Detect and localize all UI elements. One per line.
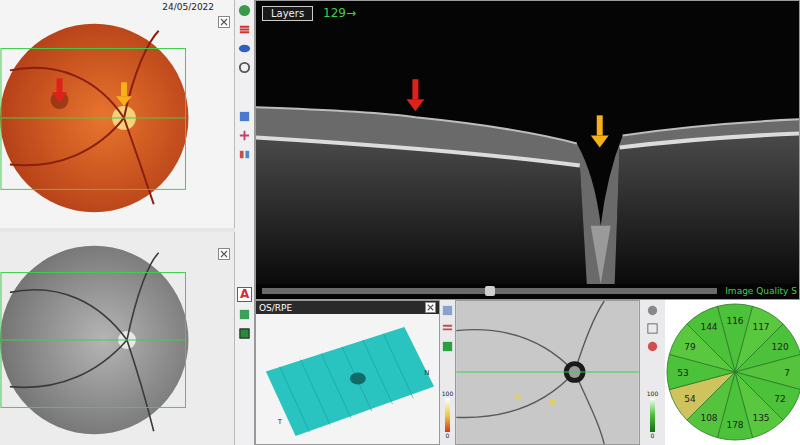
sector-value: 116 [726, 316, 743, 326]
color-scale: 100 0 [647, 391, 658, 439]
image-quality-label: Image Quality S [725, 286, 797, 296]
tool-strip: A [235, 0, 255, 445]
color-fundus-image [0, 0, 234, 228]
sector-value: 144 [700, 322, 717, 332]
surface-icon[interactable] [441, 304, 454, 317]
eye-icon[interactable] [238, 42, 251, 55]
oct-scan-image [256, 25, 799, 284]
scale-bar [445, 398, 450, 432]
expand-icon[interactable] [218, 248, 230, 260]
sector-value: 72 [774, 394, 785, 404]
grid-icon[interactable] [646, 322, 659, 335]
scale-max: 100 [647, 391, 658, 397]
svg-text:T: T [277, 418, 283, 426]
oct-header: Layers 129→ [256, 1, 799, 25]
expand-icon[interactable] [425, 302, 436, 313]
map-mode-icon[interactable] [646, 304, 659, 317]
red-free-fundus-image [0, 232, 234, 445]
color-scale: 100 0 [442, 391, 453, 439]
sector-value: 120 [771, 342, 788, 352]
grid-icon[interactable] [238, 110, 251, 123]
layers-icon[interactable] [238, 4, 251, 17]
sector-value: 108 [700, 413, 717, 423]
lines-icon[interactable] [238, 23, 251, 36]
scale-bar [650, 398, 655, 432]
surface-title: OS/RPE [259, 303, 292, 313]
surface-tools: 100 0 [440, 300, 455, 445]
color-fundus-panel[interactable]: 24/05/2022 [0, 0, 235, 228]
surface-panel: OS/RPETN [255, 300, 440, 445]
layers-button[interactable]: Layers [262, 6, 313, 21]
sector-value: 178 [726, 420, 743, 430]
sector-chart: 116 117120 7 72 135 178 108 54 53 79 144 [665, 300, 800, 445]
map-icon[interactable] [441, 340, 454, 353]
oct-viewer: 24/05/2022 A Layers 129→ Image Quality S OS/R… [0, 0, 800, 445]
sector-value: 54 [684, 394, 696, 404]
analysis-row: OS/RPETN10001000116117120772135178108545… [255, 300, 800, 445]
svg-text:N: N [424, 369, 429, 377]
fundus-column: 24/05/2022 [0, 0, 235, 445]
yellow-arrow-icon [116, 82, 132, 106]
scan-index: 129→ [323, 6, 356, 20]
scale-min: 0 [651, 433, 655, 439]
map-tools: 100 0 [640, 300, 665, 445]
right-column: Layers129→Image Quality SOS/RPETN1000100… [255, 0, 800, 445]
thickness-map-panel [455, 300, 640, 445]
expand-icon[interactable] [218, 16, 230, 28]
rpe-surface-3d: TN [256, 314, 439, 444]
scale-min: 0 [446, 433, 450, 439]
sector-value: 79 [684, 342, 696, 352]
layer-icon[interactable] [441, 322, 454, 335]
sector-value: 7 [784, 368, 790, 378]
sector-chart-panel: 116 117120 7 72 135 178 108 54 53 79 144 [665, 300, 800, 445]
sector-icon[interactable] [646, 340, 659, 353]
scan-slider[interactable] [262, 288, 717, 294]
oct-bscan-panel: Layers 129→ Image Quality S [255, 0, 800, 300]
compare-icon[interactable] [238, 148, 251, 161]
measure-icon[interactable] [238, 129, 251, 142]
sector-value: 117 [752, 322, 769, 332]
scale-max: 100 [442, 391, 453, 397]
target-icon[interactable] [238, 61, 251, 74]
scan-slider-thumb[interactable] [485, 286, 495, 296]
left-column: 24/05/2022 A [0, 0, 255, 445]
exam-date: 24/05/2022 [162, 2, 214, 12]
thickness-map-image [456, 301, 639, 444]
text-tool-button[interactable]: A [237, 287, 252, 302]
yellow-arrow-icon [591, 115, 609, 147]
sector-value: 53 [677, 368, 688, 378]
oct-footer: Image Quality S [256, 284, 799, 299]
red-arrow-icon [52, 78, 68, 102]
thickness-icon[interactable] [238, 327, 251, 340]
map-icon[interactable] [238, 308, 251, 321]
red-arrow-icon [406, 79, 424, 111]
surface-header: OS/RPE [256, 301, 439, 314]
red-free-fundus-panel[interactable] [0, 232, 235, 445]
sector-value: 135 [752, 413, 769, 423]
